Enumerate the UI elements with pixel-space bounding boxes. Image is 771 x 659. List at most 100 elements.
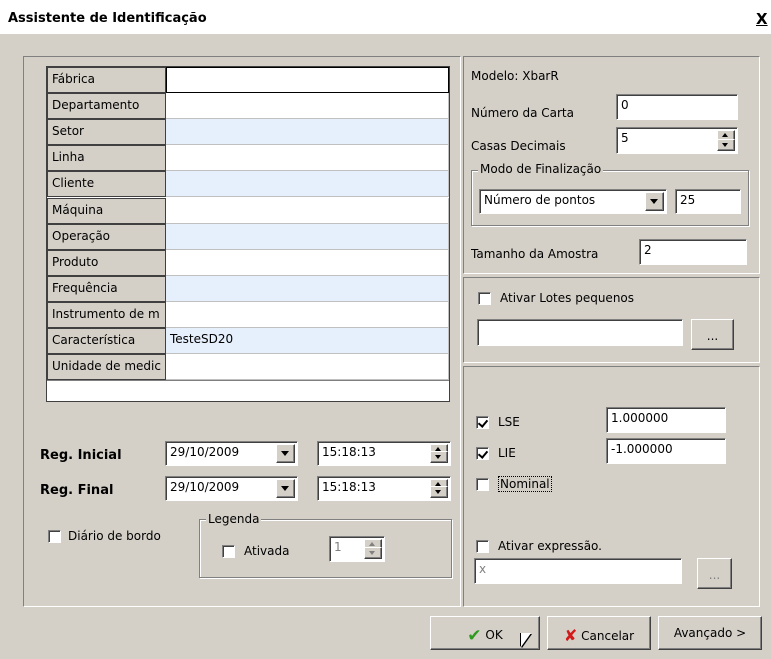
lotes-label: Ativar Lotes pequenos — [500, 291, 635, 305]
casas-decimais-spinner[interactable]: 5 — [616, 127, 738, 154]
grid-row-label: Máquina — [47, 197, 166, 224]
legenda-ativada-label: Ativada — [244, 544, 290, 558]
expressao-browse-button[interactable]: ... — [697, 558, 732, 589]
reg-final-time-down[interactable] — [430, 486, 448, 498]
finalizacao-mode-select[interactable]: Número de pontos — [479, 189, 667, 214]
reg-inicial-date[interactable]: 29/10/2009 — [165, 441, 298, 466]
finalizacao-mode-dropdown[interactable] — [645, 192, 664, 211]
grid-row: Departamento — [47, 93, 449, 120]
legenda-value-spinner[interactable]: 1 — [329, 536, 385, 562]
legenda-title: Legenda — [206, 512, 262, 526]
legenda-spin-down[interactable] — [364, 547, 382, 559]
grid-row-label: Cliente — [47, 171, 166, 198]
grid-row-label: Produto — [47, 249, 166, 276]
grid-row: Característica TesteSD20 — [47, 328, 449, 354]
chevron-down-icon — [281, 486, 289, 491]
grid-row-label: Instrumento de m — [47, 301, 166, 328]
expressao-checkbox[interactable] — [476, 540, 489, 553]
grid-empty-row — [47, 380, 449, 401]
lie-input[interactable]: -1.000000 — [606, 438, 726, 464]
close-icon[interactable]: X — [756, 10, 768, 28]
grid-row-label: Unidade de medic — [47, 354, 166, 381]
reg-inicial-date-dropdown[interactable] — [276, 444, 295, 463]
nominal-label: Nominal — [498, 476, 552, 492]
reg-final-date-dropdown[interactable] — [276, 479, 295, 498]
grid-row-value[interactable]: TesteSD20 — [166, 328, 449, 354]
grid-row-label: Frequência — [47, 275, 166, 302]
casas-decimais-label: Casas Decimais — [471, 139, 566, 153]
amostra-input[interactable]: 2 — [639, 239, 747, 265]
lse-value: 1.000000 — [611, 411, 669, 425]
finalizacao-title: Modo de Finalização — [478, 162, 604, 176]
advanced-button[interactable]: Avançado > — [658, 616, 762, 650]
lotes-browse-button[interactable]: ... — [691, 319, 734, 350]
grid-row-label: Linha — [47, 145, 166, 172]
cancel-icon: ✘ — [563, 626, 578, 645]
lotes-checkbox[interactable] — [478, 292, 491, 305]
grid-row-value[interactable] — [166, 249, 449, 276]
grid-row-value[interactable] — [166, 301, 449, 328]
grid-row-label: Fábrica — [47, 67, 166, 93]
grid-row-label: Operação — [47, 223, 166, 250]
grid-row: Produto — [47, 249, 449, 276]
grid-row-value[interactable] — [166, 119, 449, 146]
reg-inicial-date-value: 29/10/2009 — [170, 445, 240, 459]
spin-down-icon — [435, 455, 441, 459]
finalizacao-mode-value: Número de pontos — [484, 193, 596, 207]
spin-up-icon — [722, 133, 728, 137]
chevron-down-icon — [650, 199, 658, 204]
reg-final-date[interactable]: 29/10/2009 — [165, 476, 298, 501]
grid-row: Máquina — [47, 197, 449, 224]
cancel-button[interactable]: ✘ Cancelar — [547, 616, 651, 650]
lotes-input[interactable] — [477, 319, 683, 346]
cancel-label: Cancelar — [581, 629, 635, 643]
lse-input[interactable]: 1.000000 — [606, 407, 726, 433]
reg-inicial-time-value: 15:18:13 — [322, 445, 376, 459]
grid-row: Fábrica — [47, 67, 449, 93]
grid-row-value[interactable] — [166, 145, 449, 172]
grid-row-value[interactable] — [166, 275, 449, 302]
grid-row: Operação — [47, 223, 449, 250]
chevron-down-icon — [281, 451, 289, 456]
grid-row: Instrumento de m — [47, 301, 449, 328]
check-icon: ✔ — [467, 626, 482, 646]
grid-row-value[interactable] — [166, 67, 449, 93]
expressao-input[interactable]: x — [474, 558, 682, 584]
numero-carta-input[interactable]: 0 — [616, 94, 738, 120]
grid-row-value[interactable] — [166, 171, 449, 198]
diario-checkbox[interactable] — [48, 530, 61, 543]
casas-decimais-value: 5 — [621, 131, 629, 145]
lse-checkbox[interactable] — [476, 416, 489, 429]
grid-row: Cliente — [47, 171, 449, 198]
reg-inicial-label: Reg. Inicial — [40, 448, 122, 463]
lie-value: -1.000000 — [611, 442, 673, 456]
spin-up-icon — [369, 542, 375, 546]
lie-checkbox[interactable] — [476, 447, 489, 460]
grid-row-label: Departamento — [47, 93, 166, 120]
nominal-checkbox[interactable] — [476, 478, 489, 491]
legenda-group — [199, 519, 452, 578]
casas-decimais-down[interactable] — [717, 139, 735, 151]
window-title: Assistente de Identificação — [8, 11, 207, 26]
grid-row-value[interactable] — [166, 223, 449, 250]
legenda-ativada-checkbox[interactable] — [222, 545, 235, 558]
legenda-value: 1 — [334, 540, 342, 554]
spin-down-icon — [722, 143, 728, 147]
finalizacao-count-input[interactable]: 25 — [675, 189, 741, 214]
grid-row-label: Setor — [47, 119, 166, 146]
grid-row-value[interactable] — [166, 93, 449, 120]
grid-row: Setor — [47, 119, 449, 146]
grid-row-value[interactable] — [166, 354, 449, 381]
reg-final-date-value: 29/10/2009 — [170, 480, 240, 494]
reg-inicial-time[interactable]: 15:18:13 — [317, 441, 451, 466]
spin-down-icon — [435, 490, 441, 494]
reg-final-time[interactable]: 15:18:13 — [317, 476, 451, 501]
modelo-label: Modelo: XbarR — [471, 69, 559, 83]
reg-inicial-time-down[interactable] — [430, 451, 448, 463]
grid-row: Linha — [47, 145, 449, 172]
diario-label: Diário de bordo — [68, 529, 161, 543]
ok-label: OK — [485, 628, 503, 642]
reg-final-label: Reg. Final — [40, 483, 114, 498]
grid-row-value[interactable] — [166, 197, 449, 224]
lie-label: LIE — [498, 446, 516, 460]
